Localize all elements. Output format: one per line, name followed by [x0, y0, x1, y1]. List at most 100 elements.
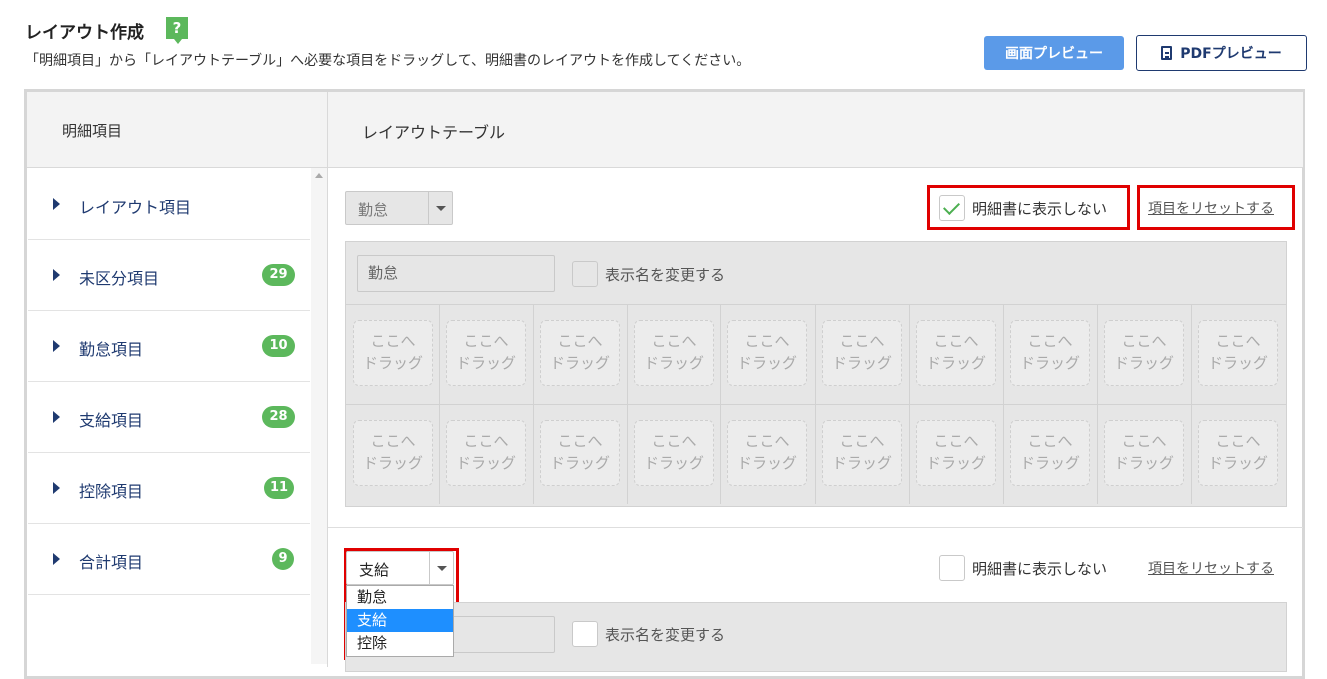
reset-items-link-1[interactable]: 項目をリセットする	[1148, 198, 1274, 218]
drop-target-text-line2: ドラッグ	[455, 454, 516, 472]
category-select-2[interactable]: 支給	[346, 551, 454, 585]
drop-target-text-line1: ここへ	[1215, 432, 1261, 450]
drop-target-slot[interactable]: ここへ ドラッグ	[916, 320, 996, 386]
drop-target-text-line2: ドラッグ	[455, 354, 516, 372]
sidebar-item-attendance[interactable]: 勤怠項目 10	[28, 311, 310, 382]
page-title: レイアウト作成	[25, 23, 144, 43]
hide-on-statement-checkbox-2[interactable]	[939, 555, 965, 581]
sidebar-scrollbar[interactable]	[311, 168, 327, 664]
pdf-preview-label: PDFプレビュー	[1180, 46, 1282, 62]
expand-triangle-icon	[53, 411, 60, 423]
grid-column-divider	[909, 405, 910, 504]
dropdown-option-payment[interactable]: 支給	[347, 609, 453, 632]
drop-target-slot[interactable]: ここへ ドラッグ	[1198, 320, 1278, 386]
drop-target-slot[interactable]: ここへ ドラッグ	[822, 420, 902, 486]
drop-target-text-line2: ドラッグ	[1113, 354, 1174, 372]
pdf-preview-button[interactable]: PDFプレビュー	[1136, 35, 1307, 71]
hide-on-statement-label-2: 明細書に表示しない	[972, 560, 1108, 578]
drop-target-text-line2: ドラッグ	[1207, 354, 1268, 372]
detail-items-title: 明細項目	[62, 122, 123, 140]
drop-target-text-line1: ここへ	[1121, 432, 1167, 450]
expand-triangle-icon	[53, 198, 60, 210]
rename-label-1: 表示名を変更する	[605, 266, 726, 284]
grid-column-divider	[720, 305, 721, 404]
grid-column-divider	[909, 305, 910, 404]
drop-target-slot[interactable]: ここへ ドラッグ	[1104, 320, 1184, 386]
drop-target-slot[interactable]: ここへ ドラッグ	[727, 420, 807, 486]
layout-table-header: レイアウトテーブル	[328, 92, 1303, 168]
sidebar-item-layout[interactable]: レイアウト項目	[28, 169, 310, 240]
drop-target-slot[interactable]: ここへ ドラッグ	[822, 320, 902, 386]
drop-target-text-line1: ここへ	[744, 332, 790, 350]
reset-items-link-2[interactable]: 項目をリセットする	[1148, 558, 1274, 578]
help-icon[interactable]: ?	[166, 17, 188, 44]
count-badge: 10	[262, 335, 295, 357]
section-divider	[328, 527, 1303, 528]
drop-target-text-line2: ドラッグ	[831, 354, 892, 372]
rename-checkbox-2[interactable]	[572, 621, 598, 647]
layout-table-title: レイアウトテーブル	[362, 123, 506, 142]
display-name-input-1[interactable]: 勤怠	[357, 255, 555, 292]
grid-row-divider	[346, 404, 1286, 405]
drop-target-slot[interactable]: ここへ ドラッグ	[634, 420, 714, 486]
drop-target-slot[interactable]: ここへ ドラッグ	[916, 420, 996, 486]
drop-target-slot[interactable]: ここへ ドラッグ	[446, 420, 526, 486]
drop-target-slot[interactable]: ここへ ドラッグ	[540, 320, 620, 386]
grid-column-divider	[1097, 305, 1098, 404]
drop-target-text-line1: ここへ	[839, 432, 885, 450]
drop-target-slot[interactable]: ここへ ドラッグ	[634, 320, 714, 386]
scroll-up-arrow-icon[interactable]	[315, 173, 323, 178]
column-divider	[327, 167, 328, 667]
drop-target-text-line2: ドラッグ	[549, 454, 610, 472]
drop-target-text-line1: ここへ	[1215, 332, 1261, 350]
category-select-1[interactable]: 勤怠	[345, 191, 453, 225]
sidebar-item-total[interactable]: 合計項目 9	[28, 524, 310, 595]
expand-triangle-icon	[53, 553, 60, 565]
sidebar-item-deduction[interactable]: 控除項目 11	[28, 453, 310, 524]
drop-target-slot[interactable]: ここへ ドラッグ	[1010, 320, 1090, 386]
rename-label-2: 表示名を変更する	[605, 626, 726, 644]
drop-target-slot[interactable]: ここへ ドラッグ	[353, 420, 433, 486]
rename-checkbox-1[interactable]	[572, 261, 598, 287]
drop-target-text-line2: ドラッグ	[1019, 454, 1080, 472]
drop-target-slot[interactable]: ここへ ドラッグ	[1104, 420, 1184, 486]
hide-on-statement-checkbox-1[interactable]	[939, 195, 965, 221]
dropdown-option-deduction[interactable]: 控除	[347, 632, 453, 655]
grid-column-divider	[439, 305, 440, 404]
hide-on-statement-label-1: 明細書に表示しない	[972, 200, 1108, 218]
drop-target-text-line2: ドラッグ	[362, 454, 423, 472]
drop-target-text-line1: ここへ	[744, 432, 790, 450]
drop-target-text-line1: ここへ	[370, 332, 416, 350]
drop-target-slot[interactable]: ここへ ドラッグ	[540, 420, 620, 486]
drop-target-text-line1: ここへ	[463, 432, 509, 450]
drop-target-text-line1: ここへ	[839, 332, 885, 350]
grid-column-divider	[815, 405, 816, 504]
sidebar-item-label: 勤怠項目	[79, 340, 144, 359]
drop-target-slot[interactable]: ここへ ドラッグ	[446, 320, 526, 386]
screen-preview-button[interactable]: 画面プレビュー	[984, 36, 1124, 70]
sidebar-item-label: レイアウト項目	[79, 198, 192, 217]
expand-triangle-icon	[53, 269, 60, 281]
grid-column-divider	[533, 405, 534, 504]
page-description: 「明細項目」から「レイアウトテーブル」へ必要な項目をドラッグして、明細書のレイア…	[25, 53, 751, 69]
grid-column-divider	[1003, 405, 1004, 504]
count-badge: 9	[272, 548, 294, 570]
drop-target-slot[interactable]: ここへ ドラッグ	[727, 320, 807, 386]
chevron-down-icon	[437, 566, 447, 571]
drop-target-text-line2: ドラッグ	[925, 454, 986, 472]
drop-target-text-line2: ドラッグ	[643, 454, 704, 472]
sidebar-item-payment[interactable]: 支給項目 28	[28, 382, 310, 453]
sidebar-item-label: 未区分項目	[79, 269, 160, 288]
sidebar-item-unclassified[interactable]: 未区分項目 29	[28, 240, 310, 311]
count-badge: 28	[262, 406, 295, 428]
grid-column-divider	[1191, 405, 1192, 504]
category-select-value: 勤怠	[358, 201, 389, 219]
document-icon	[1161, 46, 1173, 60]
drop-target-slot[interactable]: ここへ ドラッグ	[353, 320, 433, 386]
grid-column-divider	[533, 305, 534, 404]
drop-target-slot[interactable]: ここへ ドラッグ	[1010, 420, 1090, 486]
dropdown-option-attendance[interactable]: 勤怠	[347, 586, 453, 609]
drop-target-slot[interactable]: ここへ ドラッグ	[1198, 420, 1278, 486]
sidebar-item-label: 支給項目	[79, 411, 144, 430]
grid-column-divider	[627, 405, 628, 504]
